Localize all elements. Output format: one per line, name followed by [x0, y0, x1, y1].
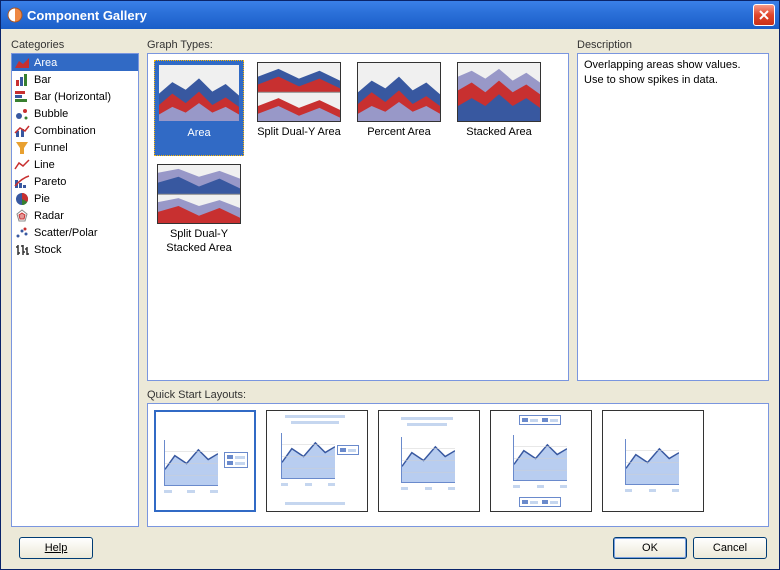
- pie-icon: [14, 191, 30, 207]
- scatter-icon: [14, 225, 30, 241]
- category-item-area[interactable]: Area: [12, 54, 138, 71]
- description-text: Overlapping areas show values. Use to sh…: [577, 53, 769, 381]
- radar-icon: [14, 208, 30, 224]
- area-icon: [14, 55, 30, 71]
- help-button[interactable]: Help: [19, 537, 93, 559]
- graph-types-grid: Area Split Dual-Y Area Percent Area Stacked…: [154, 60, 562, 258]
- graph-types-panel: Area Split Dual-Y Area Percent Area Stacked…: [147, 53, 569, 381]
- category-item-bubble[interactable]: Bubble: [12, 105, 138, 122]
- graph-type-split-dual-y-stacked-area[interactable]: Split Dual-Y Stacked Area: [154, 162, 244, 258]
- category-item-line[interactable]: Line: [12, 156, 138, 173]
- ok-button[interactable]: OK: [613, 537, 687, 559]
- bar-icon: [14, 72, 30, 88]
- bar-horizontal-icon: [14, 89, 30, 105]
- category-label: Combination: [34, 125, 96, 137]
- bubble-icon: [14, 106, 30, 122]
- category-label: Funnel: [34, 142, 68, 154]
- category-item-radar[interactable]: Radar: [12, 207, 138, 224]
- category-item-funnel[interactable]: Funnel: [12, 139, 138, 156]
- category-label: Scatter/Polar: [34, 227, 98, 239]
- graph-thumbnail: [157, 164, 241, 224]
- graph-type-label: Split Dual-Y Area: [257, 126, 341, 152]
- category-item-stock[interactable]: Stock: [12, 241, 138, 258]
- quick-start-section: Quick Start Layouts:: [147, 389, 769, 527]
- category-item-scatter-polar[interactable]: Scatter/Polar: [12, 224, 138, 241]
- combination-icon: [14, 123, 30, 139]
- category-item-combination[interactable]: Combination: [12, 122, 138, 139]
- categories-label: Categories: [11, 39, 139, 51]
- graph-type-split-dual-y-area[interactable]: Split Dual-Y Area: [254, 60, 344, 156]
- category-label: Bar (Horizontal): [34, 91, 111, 103]
- graph-types-label: Graph Types:: [147, 39, 569, 51]
- quick-start-label: Quick Start Layouts:: [147, 389, 769, 401]
- category-label: Pie: [34, 193, 50, 205]
- category-item-bar-horizontal-[interactable]: Bar (Horizontal): [12, 88, 138, 105]
- category-label: Bar: [34, 74, 51, 86]
- description-label: Description: [577, 39, 769, 51]
- graph-thumbnail: [457, 62, 541, 122]
- close-button[interactable]: [753, 4, 775, 26]
- graph-thumbnail: [157, 63, 241, 123]
- button-row: Help OK Cancel: [11, 535, 769, 559]
- titlebar: Component Gallery: [1, 1, 779, 29]
- dialog-content: Categories Area Bar Bar (Horizontal) Bubble…: [1, 29, 779, 569]
- line-icon: [14, 157, 30, 173]
- graph-type-label: Percent Area: [367, 126, 431, 152]
- graph-type-label: Split Dual-Y Stacked Area: [156, 228, 242, 256]
- category-label: Line: [34, 159, 55, 171]
- category-label: Area: [34, 57, 57, 69]
- funnel-icon: [14, 140, 30, 156]
- category-item-pareto[interactable]: Pareto: [12, 173, 138, 190]
- description-section: Description Overlapping areas show value…: [577, 39, 769, 381]
- layout-item-title-chart-footer[interactable]: [266, 410, 368, 512]
- close-icon: [758, 9, 770, 21]
- graph-thumbnail: [257, 62, 341, 122]
- category-item-bar[interactable]: Bar: [12, 71, 138, 88]
- categories-list[interactable]: Area Bar Bar (Horizontal) Bubble Combination…: [11, 53, 139, 527]
- graph-type-label: Stacked Area: [466, 126, 531, 152]
- cancel-button[interactable]: Cancel: [693, 537, 767, 559]
- graph-type-stacked-area[interactable]: Stacked Area: [454, 60, 544, 156]
- graph-type-label: Area: [187, 127, 210, 153]
- quick-start-panel: [147, 403, 769, 527]
- layout-item-chart-only[interactable]: [602, 410, 704, 512]
- category-item-pie[interactable]: Pie: [12, 190, 138, 207]
- graph-type-percent-area[interactable]: Percent Area: [354, 60, 444, 156]
- layout-item-title-chart-wide[interactable]: [378, 410, 480, 512]
- dialog-window: Component Gallery Categories Area Bar Bar …: [0, 0, 780, 570]
- category-label: Bubble: [34, 108, 68, 120]
- window-title: Component Gallery: [27, 8, 753, 23]
- graph-type-area[interactable]: Area: [154, 60, 244, 156]
- pareto-icon: [14, 174, 30, 190]
- graph-types-section: Graph Types: Area Split Dual-Y Area Percen…: [147, 39, 569, 381]
- category-label: Radar: [34, 210, 64, 222]
- app-icon: [7, 7, 23, 23]
- category-label: Pareto: [34, 176, 66, 188]
- graph-thumbnail: [357, 62, 441, 122]
- categories-section: Categories Area Bar Bar (Horizontal) Bubble…: [11, 39, 139, 527]
- category-label: Stock: [34, 244, 62, 256]
- layout-item-chart-legend-right[interactable]: [154, 410, 256, 512]
- stock-icon: [14, 242, 30, 258]
- layout-item-legend-top-bottom[interactable]: [490, 410, 592, 512]
